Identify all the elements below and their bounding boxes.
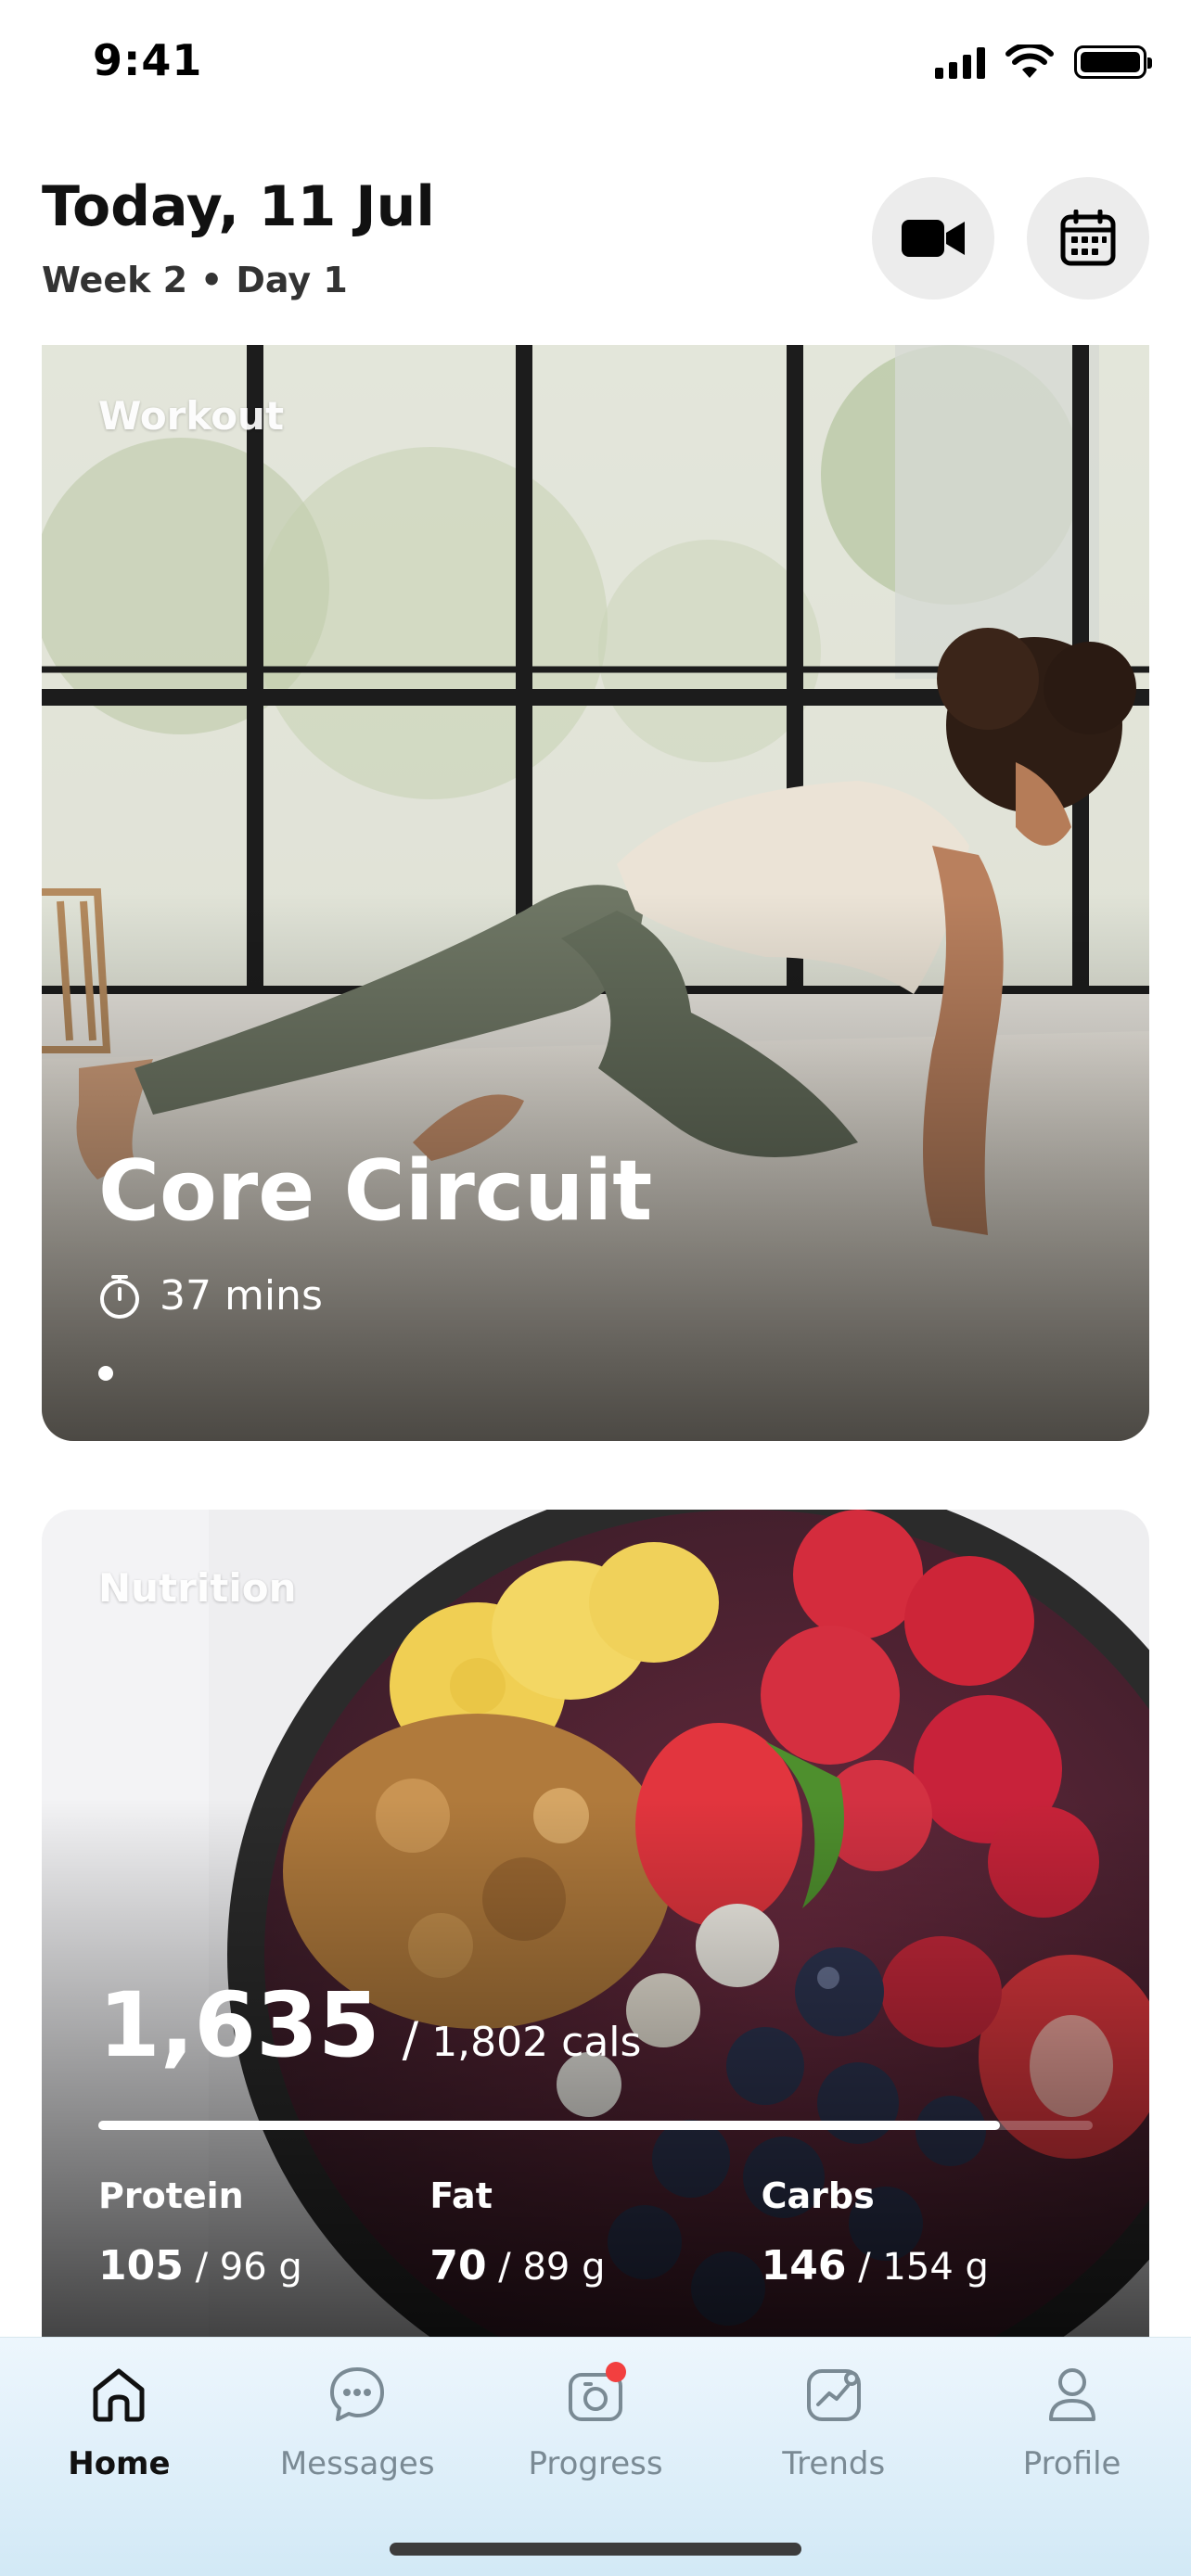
macro-name: Carbs	[761, 2175, 875, 2216]
tab-list: Home Messages Progress Trends Profile	[0, 2338, 1191, 2514]
calories-goal: 1,802 cals	[431, 2019, 642, 2066]
video-camera-icon	[902, 220, 965, 257]
macro-goal: / 96 g	[195, 2246, 302, 2289]
tab-trends[interactable]: Trends	[714, 2338, 953, 2514]
tab-bar: Home Messages Progress Trends Profile	[0, 2337, 1191, 2576]
cellular-signal-icon	[935, 45, 985, 79]
calories-separator: /	[402, 2012, 419, 2068]
calorie-progress-bar	[98, 2121, 1093, 2130]
macro-value: 146 / 154 g	[762, 2242, 1093, 2289]
macro-protein: Protein 105 / 96 g	[98, 2175, 429, 2289]
stopwatch-icon	[100, 1274, 139, 1319]
workout-label: Workout	[98, 393, 285, 439]
tab-messages[interactable]: Messages	[238, 2338, 477, 2514]
status-bar: 9:41	[0, 0, 1191, 130]
progress-icon-wrap	[563, 2362, 628, 2427]
macros-row: Protein 105 / 96 g Fat 70 / 89 g Carbs 1…	[98, 2175, 1093, 2289]
macro-name: Fat	[429, 2175, 493, 2216]
status-time: 9:41	[93, 35, 203, 85]
workout-card[interactable]: Workout Core Circuit 37 mins	[42, 345, 1149, 1441]
nutrition-label: Nutrition	[98, 1565, 297, 1611]
tab-label: Home	[68, 2445, 171, 2482]
macro-name: Protein	[98, 2175, 244, 2216]
macro-current: 146	[761, 2242, 847, 2289]
page-title: Today, 11 Jul	[42, 174, 435, 239]
day-label: Day 1	[236, 260, 348, 300]
tab-label: Messages	[279, 2445, 435, 2482]
calendar-button[interactable]	[1027, 177, 1149, 300]
tab-home[interactable]: Home	[0, 2338, 238, 2514]
calorie-summary: 1,635 / 1,802 cals	[98, 1973, 641, 2077]
week-label: Week 2	[42, 260, 188, 300]
workout-duration: 37 mins	[98, 1272, 323, 1320]
tab-label: Profile	[1022, 2445, 1121, 2482]
calorie-progress-fill	[98, 2121, 1001, 2130]
status-icons	[935, 45, 1152, 80]
separator-dot: •	[200, 260, 224, 300]
wifi-icon	[1005, 45, 1054, 78]
video-call-button[interactable]	[872, 177, 994, 300]
tab-label: Trends	[782, 2445, 886, 2482]
profile-icon	[1048, 2368, 1095, 2421]
macro-goal: / 89 g	[498, 2246, 606, 2289]
trends-icon	[806, 2369, 861, 2421]
macro-current: 105	[98, 2242, 184, 2289]
home-icon	[93, 2368, 145, 2422]
carousel-dot-active	[98, 1366, 113, 1381]
nutrition-card[interactable]: Nutrition 1,635 / 1,802 cals Protein 105…	[42, 1510, 1149, 2337]
header: Today, 11 Jul Week 2 • Day 1	[42, 167, 1149, 315]
program-progress: Week 2 • Day 1	[42, 260, 348, 300]
battery-icon	[1074, 45, 1152, 79]
macro-value: 70 / 89 g	[429, 2242, 761, 2289]
home-indicator[interactable]	[390, 2543, 801, 2556]
macro-value: 105 / 96 g	[98, 2242, 429, 2289]
workout-title: Core Circuit	[98, 1142, 653, 1240]
tab-label: Progress	[528, 2445, 663, 2482]
calories-consumed: 1,635	[98, 1973, 380, 2077]
macro-carbs: Carbs 146 / 154 g	[762, 2175, 1093, 2289]
tab-profile[interactable]: Profile	[953, 2338, 1191, 2514]
chat-icon	[330, 2367, 385, 2421]
calendar-icon	[1060, 210, 1116, 266]
macro-fat: Fat 70 / 89 g	[429, 2175, 761, 2289]
carousel-indicator	[98, 1366, 1093, 1381]
tab-progress[interactable]: Progress	[477, 2338, 715, 2514]
macro-current: 70	[429, 2242, 487, 2289]
macro-goal: / 154 g	[858, 2246, 989, 2289]
notification-badge	[605, 2362, 626, 2382]
duration-text: 37 mins	[160, 1272, 323, 1320]
